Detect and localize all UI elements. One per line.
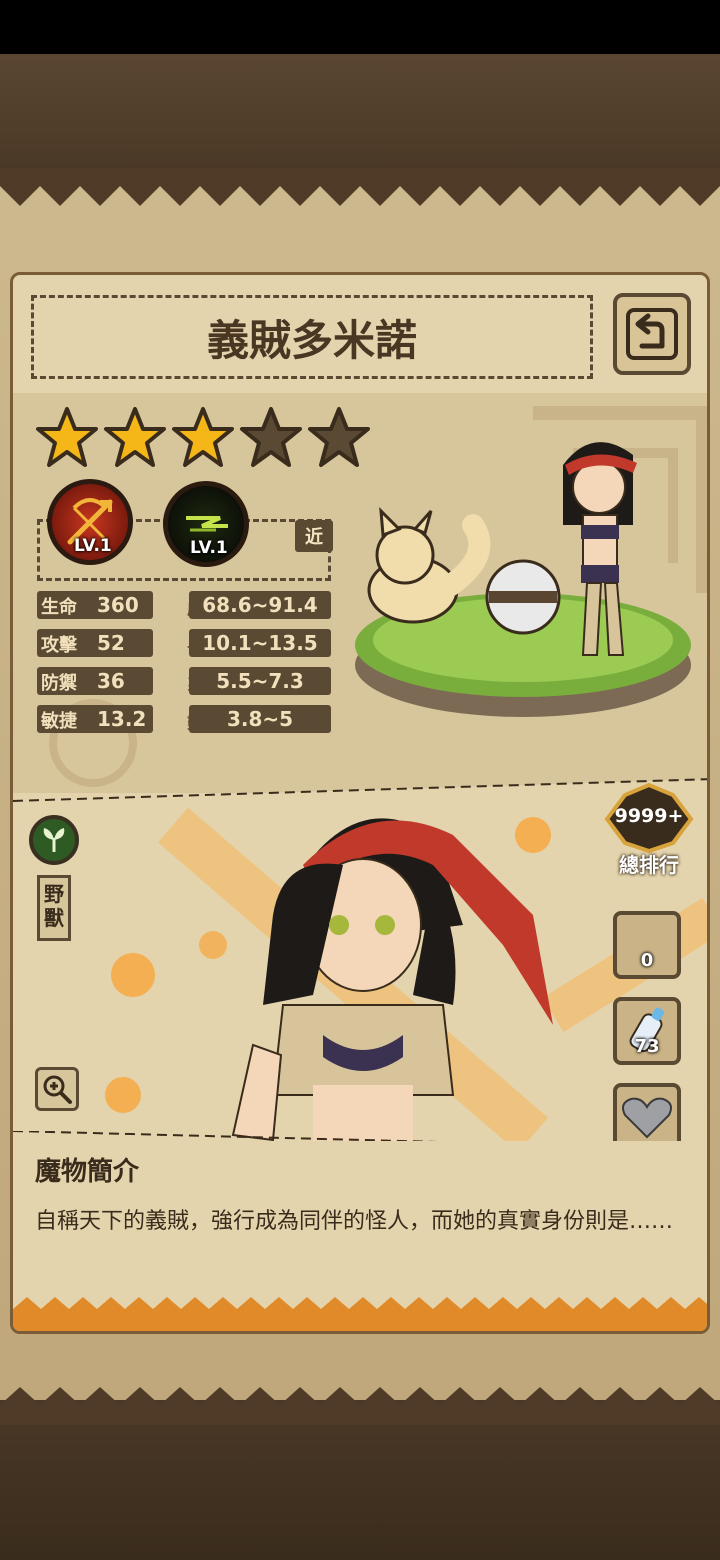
stat-value: 36 bbox=[97, 669, 125, 693]
growth-range: 3.8~5 bbox=[189, 705, 331, 733]
leaf-icon bbox=[43, 828, 65, 852]
zoom-in-icon bbox=[43, 1075, 72, 1104]
rarity-stars bbox=[35, 405, 371, 469]
map-background-top bbox=[0, 54, 720, 174]
rank-value: 9999+ bbox=[614, 805, 684, 827]
stat-label-box: 攻擊 52 bbox=[37, 629, 153, 657]
growth-range: 68.6~91.4 bbox=[189, 591, 331, 619]
stat-name: 防禦 bbox=[41, 673, 77, 694]
stat-name: 敏捷 bbox=[41, 711, 77, 732]
monster-name-box: 義賊多米諾 bbox=[31, 295, 593, 379]
range-tag: 近 bbox=[295, 520, 333, 552]
description-title: 魔物簡介 bbox=[35, 1157, 140, 1187]
zigzag-edge-top bbox=[0, 168, 720, 206]
stat-value: 360 bbox=[97, 593, 139, 617]
skill-crossbow-fire-icon[interactable]: LV.1 bbox=[47, 479, 133, 565]
star-filled-icon bbox=[36, 407, 98, 467]
star-filled-icon bbox=[104, 407, 166, 467]
growth-range: 10.1~13.5 bbox=[189, 629, 331, 657]
stat-label-box: 防禦 36 bbox=[37, 667, 153, 695]
zoom-button[interactable] bbox=[35, 1067, 79, 1111]
back-button[interactable] bbox=[613, 293, 691, 375]
stat-value: 13.2 bbox=[97, 707, 147, 731]
stat-name: 攻擊 bbox=[41, 635, 77, 656]
slot-count: 0 bbox=[640, 950, 654, 971]
total-ranking-button[interactable]: 9999+ 總排行 bbox=[603, 783, 695, 879]
empty-slot-button[interactable]: 0 bbox=[613, 911, 681, 979]
skill-level: LV.1 bbox=[190, 538, 228, 558]
stat-label-box: 敏捷 13.2 bbox=[37, 705, 153, 733]
status-bar bbox=[0, 0, 720, 54]
growth-range: 5.5~7.3 bbox=[189, 667, 331, 695]
zigzag-edge-bottom bbox=[0, 1387, 720, 1425]
monster-name: 義賊多米諾 bbox=[206, 315, 417, 365]
stat-label-box: 生命 360 bbox=[37, 591, 153, 619]
star-empty-icon bbox=[240, 407, 302, 467]
type-badge[interactable] bbox=[29, 815, 79, 865]
bottle-count: 73 bbox=[634, 1036, 660, 1057]
monster-chibi-sprite bbox=[355, 442, 691, 717]
back-arrow-icon bbox=[626, 308, 678, 360]
skill-level: LV.1 bbox=[74, 536, 112, 556]
card-bottom-zigzag bbox=[13, 1297, 707, 1331]
monster-detail-card: 義賊多米諾 LV.1 LV.1 近 生命 360 68.6~91.4 攻擊 52… bbox=[10, 272, 710, 1334]
stat-value: 52 bbox=[97, 631, 125, 655]
milk-bottle-button[interactable]: 73 bbox=[613, 997, 681, 1065]
skill-dark-wind-icon[interactable]: LV.1 bbox=[163, 481, 249, 567]
description-text: 自稱天下的義賊，強行成為同伴的怪人，而她的真實身份則是…… bbox=[35, 1209, 674, 1234]
stat-name: 生命 bbox=[41, 597, 77, 618]
star-filled-icon bbox=[172, 407, 234, 467]
rank-label: 總排行 bbox=[619, 853, 679, 877]
type-label: 野獸 bbox=[37, 875, 71, 941]
